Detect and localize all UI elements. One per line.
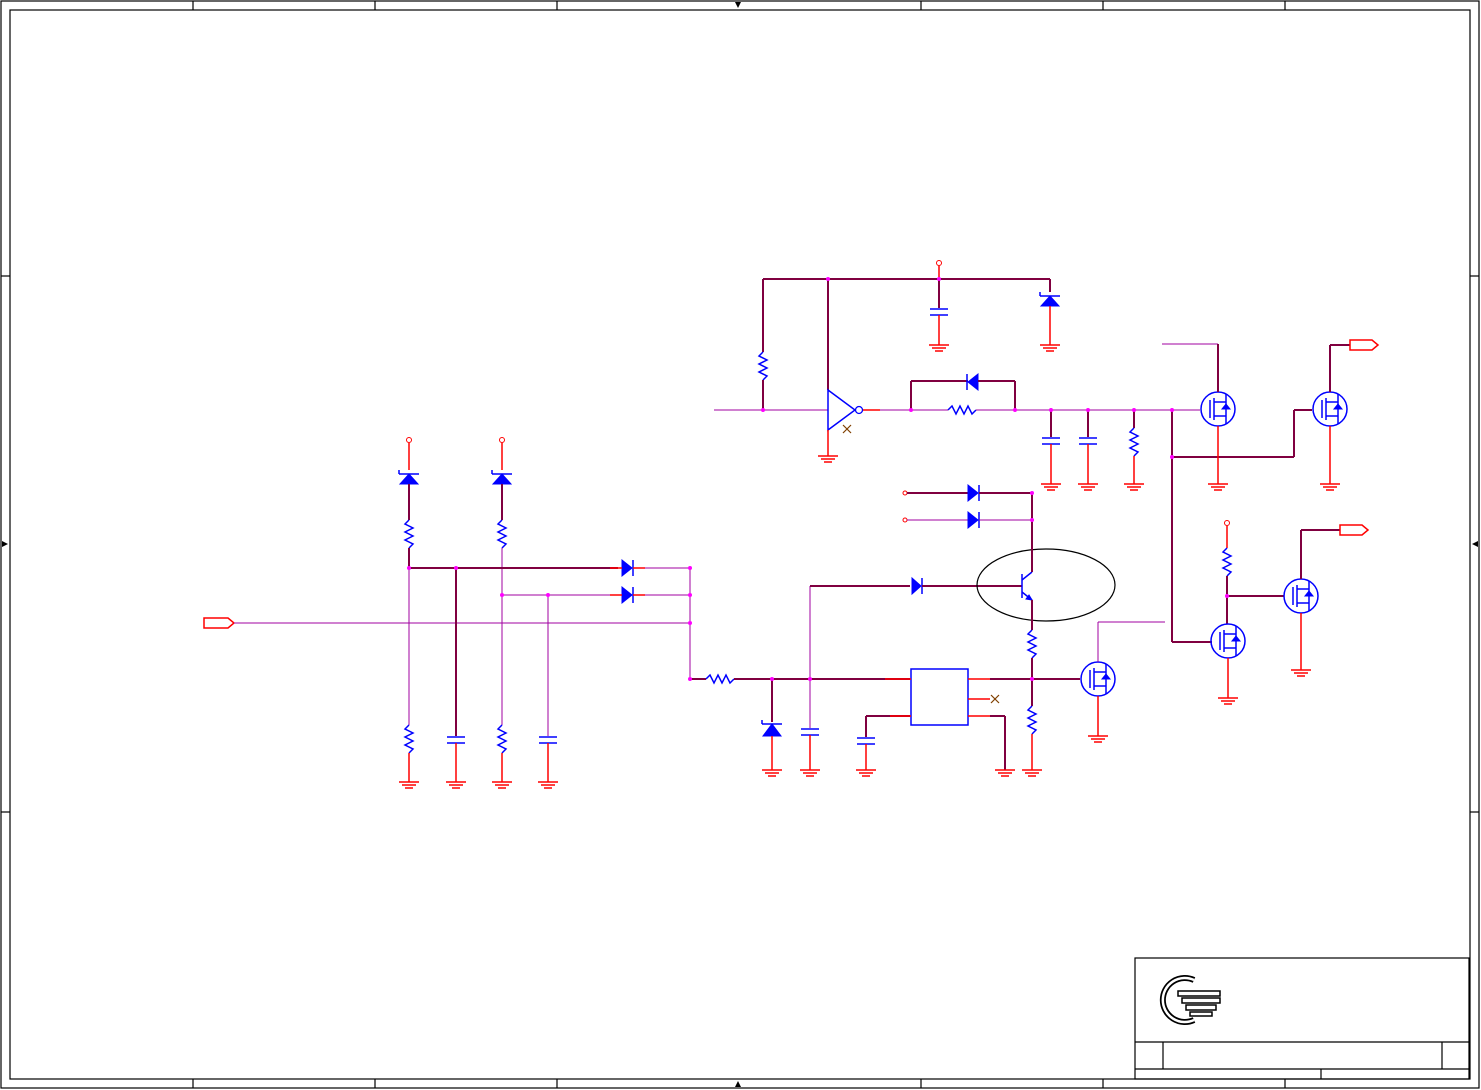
ground-icon (856, 769, 876, 777)
ground-icon (1320, 483, 1340, 491)
left-chain-2 (491, 437, 513, 789)
zener-diode-icon (491, 470, 513, 485)
capacitor-icon (801, 728, 819, 736)
collector-diode-1 (967, 483, 980, 503)
resistor-icon (1221, 547, 1233, 577)
ground-icon (1040, 344, 1060, 352)
diode-icon (967, 510, 979, 530)
resistor-icon (947, 404, 977, 416)
collector-diode-2 (967, 510, 980, 530)
output-cap-1 (1041, 410, 1061, 491)
ground-icon (800, 769, 820, 777)
inverter-gate[interactable] (827, 388, 864, 432)
junctions (407, 277, 1229, 681)
ground-icon (1291, 669, 1311, 677)
schematic-sheet (0, 0, 1480, 1089)
ground-icon (1022, 769, 1042, 777)
ground-icon (399, 781, 419, 789)
power-pin-icon (499, 437, 505, 443)
output-port-2[interactable] (1339, 524, 1370, 536)
feedback-diode (966, 372, 979, 392)
ground-icon (446, 781, 466, 789)
diode-icon (911, 576, 922, 596)
left-cap-2 (538, 595, 558, 789)
or-diode-1 (610, 558, 645, 578)
ground-icon (1208, 483, 1228, 491)
ground-icon (995, 769, 1015, 777)
power-pin-icon (406, 437, 412, 443)
no-connect-icon (990, 694, 1000, 704)
resistor-icon (1026, 705, 1038, 735)
input-port[interactable] (203, 617, 236, 629)
mid-cap-2 (856, 715, 910, 777)
npn-transistor-icon (1021, 571, 1033, 601)
capacitor-icon (857, 737, 875, 745)
sheet-frame (0, 0, 1480, 1089)
output-cap-2 (1078, 410, 1098, 491)
diode-icon (621, 558, 633, 578)
ground-icon (818, 455, 838, 463)
output-resistor (1124, 410, 1144, 491)
title-block (1134, 957, 1470, 1080)
mosfet-q-lower-left[interactable] (1080, 661, 1116, 697)
resistor-icon (496, 724, 508, 754)
zener-diode-icon (762, 723, 782, 737)
no-connect-icon (842, 424, 852, 434)
diode-icon (967, 483, 979, 503)
mosfet-q-upper-2[interactable] (1312, 391, 1348, 427)
resistor-icon (705, 673, 735, 685)
ground-icon (762, 769, 782, 777)
ground-icon (1218, 697, 1238, 705)
resistor-icon (1026, 629, 1038, 659)
diode-icon (621, 585, 633, 605)
resistor-icon (496, 519, 508, 549)
left-chain-1 (398, 437, 420, 789)
ground-icon (538, 781, 558, 789)
power-pin-icon (936, 260, 942, 266)
resistor-icon (403, 724, 415, 754)
company-logo-icon (1159, 975, 1221, 1025)
base-diode (911, 576, 923, 596)
diode-icon (967, 372, 979, 392)
left-cap-1 (446, 568, 466, 789)
zener-diode-icon (398, 470, 420, 485)
resistor-icon (403, 519, 415, 549)
mid-zener (761, 679, 782, 777)
power-pin-icon (1224, 520, 1230, 526)
input-pin-icon (902, 490, 908, 496)
mosfet-q-lower-mid[interactable] (1210, 623, 1246, 659)
capacitor-icon (447, 736, 465, 744)
inverter-icon (827, 388, 857, 432)
ground-icon (929, 344, 949, 352)
ic-block[interactable] (885, 668, 1000, 726)
resistor-icon (757, 351, 769, 381)
capacitor-icon (930, 308, 948, 316)
zener-diode-icon (1039, 292, 1061, 307)
mosfet-q-right[interactable] (1283, 578, 1319, 614)
or-diode-2 (610, 585, 645, 605)
input-pin-icon (902, 517, 908, 523)
ground-icon (492, 781, 512, 789)
ground-icon (1088, 735, 1108, 743)
output-port-1[interactable] (1349, 339, 1380, 351)
capacitor-icon (539, 736, 557, 744)
resistor-icon (1128, 427, 1140, 457)
mosfet-q-upper-1[interactable] (1200, 391, 1236, 427)
